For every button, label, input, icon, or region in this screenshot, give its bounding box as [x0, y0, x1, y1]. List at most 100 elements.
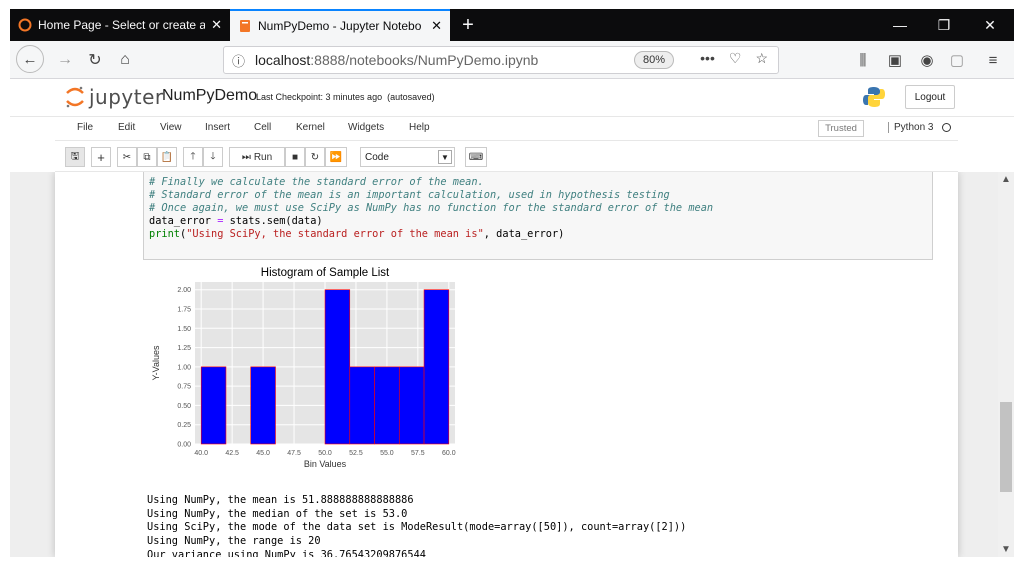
- notebook-title[interactable]: NumPyDemo: [162, 87, 257, 105]
- tab-numpydemo[interactable]: NumPyDemo - Jupyter Notebo ✕: [230, 9, 450, 41]
- x-axis-label: Bin Values: [304, 459, 347, 469]
- close-tab-icon[interactable]: ✕: [431, 18, 442, 34]
- output-line: Using NumPy, the median of the set is 53…: [147, 508, 408, 520]
- move-down-icon[interactable]: 🡓: [203, 147, 223, 167]
- histogram-bar: [398, 366, 425, 445]
- code-comment: # Once again, we must use SciPy as NumPy…: [149, 202, 714, 214]
- x-tick-label: 42.5: [225, 450, 239, 457]
- info-icon[interactable]: ⓘ: [232, 51, 245, 70]
- library-icon[interactable]: ⫼: [848, 45, 878, 75]
- cell-type-select[interactable]: Code ▼: [360, 147, 455, 167]
- histogram-chart: Histogram of Sample List 40.0 42.5 45.0 47.5…: [151, 267, 456, 469]
- scrollbar-thumb[interactable]: [1000, 402, 1012, 492]
- output-line: Our variance using NumPy is 36.765432098…: [147, 549, 426, 557]
- x-tick-label: 40.0: [194, 450, 208, 457]
- jupyter-header: jupyter NumPyDemo Last Checkpoint: 3 min…: [10, 79, 1014, 117]
- histogram-bar: [250, 366, 276, 445]
- kernel-name: Python 3: [888, 122, 933, 133]
- y-tick-label: 0.75: [177, 384, 191, 391]
- save-icon[interactable]: 🖫: [65, 147, 85, 167]
- x-tick-label: 57.5: [411, 450, 425, 457]
- pocket-icon[interactable]: ♡: [729, 50, 742, 67]
- y-tick-label: 2.00: [177, 287, 191, 294]
- home-icon[interactable]: ⌂: [110, 45, 140, 75]
- notebook-area: # Finally we calculate the standard erro…: [10, 172, 1014, 557]
- x-tick-label: 52.5: [349, 450, 363, 457]
- cell-type-value: Code: [365, 151, 389, 163]
- menu-hamburger-icon[interactable]: ≡: [978, 45, 1008, 75]
- sidebar-icon[interactable]: ▣: [880, 45, 910, 75]
- y-tick-label: 1.50: [177, 326, 191, 333]
- scroll-down-icon[interactable]: ▼: [1001, 544, 1011, 555]
- tab-title: NumPyDemo - Jupyter Notebo: [258, 19, 422, 33]
- notebook-page: # Finally we calculate the standard erro…: [55, 172, 958, 557]
- page-actions-icon[interactable]: •••: [700, 50, 715, 67]
- browser-window: Home Page - Select or create a ✕ NumPyDe…: [0, 0, 1024, 571]
- account-icon[interactable]: ◉: [912, 45, 942, 75]
- reload-icon[interactable]: ↻: [80, 45, 110, 75]
- restart-run-all-icon[interactable]: ⏩: [325, 147, 347, 167]
- cut-icon[interactable]: ✂: [117, 147, 137, 167]
- restore-icon[interactable]: ❐: [922, 9, 966, 41]
- move-up-icon[interactable]: 🡑: [183, 147, 203, 167]
- output-line: Using NumPy, the range is 20: [147, 535, 321, 547]
- vertical-scrollbar[interactable]: ▲ ▼: [998, 172, 1014, 557]
- close-tab-icon[interactable]: ✕: [211, 17, 222, 33]
- menu-file[interactable]: File: [77, 122, 93, 133]
- menu-insert[interactable]: Insert: [205, 122, 230, 133]
- jupyter-logo[interactable]: jupyter: [65, 85, 164, 109]
- histogram-bar: [423, 289, 450, 445]
- menu-kernel[interactable]: Kernel: [296, 122, 325, 133]
- menu-cell[interactable]: Cell: [254, 122, 271, 133]
- back-arrow-icon[interactable]: ←: [16, 45, 44, 73]
- trusted-badge[interactable]: Trusted: [818, 120, 864, 137]
- tab-title: Home Page - Select or create a: [38, 18, 206, 32]
- x-tick-label: 45.0: [256, 450, 270, 457]
- kernel-status-icon: [942, 123, 951, 132]
- forward-arrow-icon[interactable]: →: [50, 45, 80, 75]
- minimize-icon[interactable]: —: [878, 9, 922, 41]
- zoom-level-badge[interactable]: 80%: [634, 51, 675, 69]
- close-window-icon[interactable]: ✕: [968, 9, 1012, 41]
- notebook-menu-bar: File Edit View Insert Cell Kernel Widget…: [55, 117, 958, 141]
- jupyter-wordmark: jupyter: [89, 85, 164, 109]
- run-icon: ⏭: [241, 151, 251, 163]
- bookmark-star-icon[interactable]: ☆: [755, 50, 768, 67]
- code-comment: # Standard error of the mean is an impor…: [149, 189, 670, 201]
- insert-cell-icon[interactable]: +: [91, 147, 111, 167]
- y-axis-label: Y-Values: [151, 345, 161, 381]
- tab-bar: Home Page - Select or create a ✕ NumPyDe…: [10, 9, 1014, 41]
- jupyter-logo-icon: [66, 86, 84, 108]
- menu-edit[interactable]: Edit: [118, 122, 135, 133]
- menu-widgets[interactable]: Widgets: [348, 122, 384, 133]
- logout-button[interactable]: Logout: [905, 85, 955, 109]
- code-comment: # Finally we calculate the standard erro…: [149, 176, 484, 188]
- histogram-bar: [374, 366, 400, 445]
- checkpoint-status: Last Checkpoint: 3 minutes ago (autosave…: [256, 92, 435, 102]
- y-tick-label: 1.00: [177, 364, 191, 371]
- histogram-bar: [200, 366, 227, 445]
- run-button[interactable]: ⏭ Run: [229, 147, 285, 167]
- navigation-bar: ← → ↻ ⌂ ⓘ localhost:8888/notebooks/NumPy…: [10, 41, 1014, 79]
- y-tick-label: 0.25: [177, 422, 191, 429]
- new-tab-button[interactable]: +: [450, 9, 486, 41]
- restart-icon[interactable]: ↻: [305, 147, 325, 167]
- chart-title: Histogram of Sample List: [261, 267, 390, 279]
- scroll-up-icon[interactable]: ▲: [1001, 174, 1011, 185]
- address-bar[interactable]: ⓘ localhost:8888/notebooks/NumPyDemo.ipy…: [223, 46, 779, 74]
- y-tick-label: 0.00: [177, 442, 191, 449]
- paste-icon[interactable]: 📋: [157, 147, 177, 167]
- notebook-tab-icon: [240, 20, 250, 32]
- menu-view[interactable]: View: [160, 122, 182, 133]
- interrupt-icon[interactable]: ■: [285, 147, 305, 167]
- notebook-toolbar: 🖫 + ✂ ⧉ 📋 🡑 🡓 ⏭ Run ■ ↻ ⏩ Code ▼ ⌨: [55, 142, 958, 172]
- extension-icon[interactable]: ▢: [942, 45, 972, 75]
- code-line: print("Using SciPy, the standard error o…: [149, 228, 565, 240]
- x-tick-label: 50.0: [318, 450, 332, 457]
- url-text: localhost:8888/notebooks/NumPyDemo.ipynb: [255, 52, 539, 68]
- code-cell[interactable]: # Finally we calculate the standard erro…: [143, 172, 933, 260]
- menu-help[interactable]: Help: [409, 122, 430, 133]
- command-palette-icon[interactable]: ⌨: [465, 147, 487, 167]
- copy-icon[interactable]: ⧉: [137, 147, 157, 167]
- tab-home-page[interactable]: Home Page - Select or create a ✕: [10, 9, 230, 41]
